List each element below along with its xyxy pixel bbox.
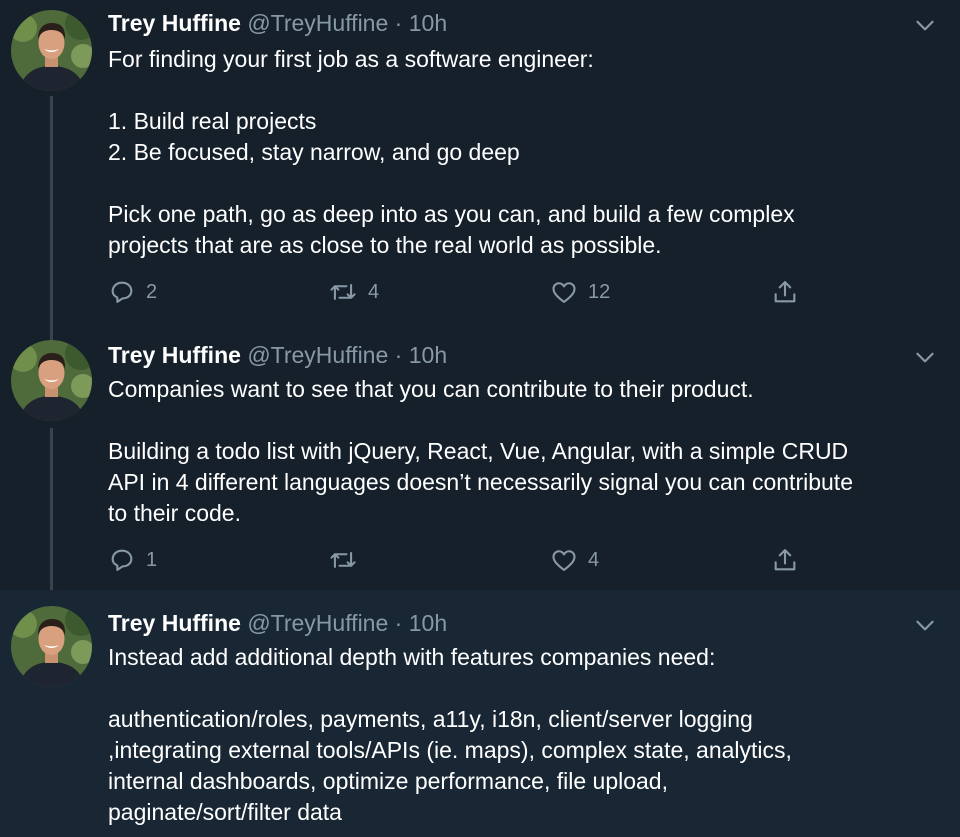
tweet-line: 1. Build real projects [108,108,317,134]
like-count: 4 [588,548,600,571]
author-handle[interactable]: @TreyHuffine [247,342,388,368]
tweet-header: Trey Huffine @TreyHuffine · 10h [108,342,447,368]
heart-icon [552,282,576,303]
tweet-line: internal dashboards, optimize performanc… [108,768,668,794]
tweet[interactable]: Trey Huffine @TreyHuffine · 10h Instead … [0,590,960,837]
retweet-icon [330,552,356,568]
timestamp[interactable]: 10h [409,610,447,636]
thread-line [50,96,53,332]
tweet-line: For finding your first job as a software… [108,46,594,72]
reply-button[interactable]: 1 [108,546,157,574]
retweet-button[interactable] [328,546,358,574]
share-icon [774,281,796,303]
avatar-image [11,606,92,687]
chevron-down-icon[interactable] [912,612,938,638]
tweet-line: ,integrating external tools/APIs (ie. ma… [108,737,792,763]
avatar[interactable] [11,606,92,687]
avatar[interactable] [11,340,92,421]
tweet-line: API in 4 different languages doesn’t nec… [108,469,853,495]
tweet-line: Instead add additional depth with featur… [108,644,716,670]
tweet-line: to their code. [108,500,241,526]
share-icon [774,549,796,571]
tweet-line: paginate/sort/filter data [108,799,342,825]
chevron-down-icon[interactable] [912,12,938,38]
author-handle[interactable]: @TreyHuffine [247,10,388,36]
chevron-down-icon[interactable] [912,344,938,370]
tweet-line: authentication/roles, payments, a11y, i1… [108,706,753,732]
reply-count: 1 [146,548,158,571]
author-name[interactable]: Trey Huffine [108,10,241,36]
tweet-header: Trey Huffine @TreyHuffine · 10h [108,10,447,36]
author-name[interactable]: Trey Huffine [108,342,241,368]
timestamp[interactable]: 10h [409,342,447,368]
like-button[interactable]: 12 [550,278,610,306]
reply-button[interactable]: 2 [108,278,157,306]
share-button[interactable] [771,278,799,306]
tweet-text: For finding your first job as a software… [108,44,948,261]
tweet-line: projects that are as close to the real w… [108,232,662,258]
separator-dot: · [394,10,403,36]
author-name[interactable]: Trey Huffine [108,610,241,636]
avatar-image [11,10,92,91]
reply-icon [111,281,133,303]
retweet-count: 4 [368,280,380,303]
share-button[interactable] [771,546,799,574]
thread-line [50,428,53,590]
separator-dot: · [394,342,403,368]
retweet-button[interactable]: 4 [328,278,379,306]
avatar[interactable] [11,10,92,91]
author-handle[interactable]: @TreyHuffine [247,610,388,636]
separator-dot: · [394,610,403,636]
like-button[interactable]: 4 [550,546,599,574]
tweet[interactable]: Trey Huffine @TreyHuffine · 10h For find… [0,0,960,332]
tweet-line: Building a todo list with jQuery, React,… [108,438,849,464]
thread-line [50,332,53,340]
reply-count: 2 [146,280,158,303]
tweet-line: Pick one path, go as deep into as you ca… [108,201,795,227]
heart-icon [552,550,576,571]
timestamp[interactable]: 10h [409,10,447,36]
avatar-image [11,340,92,421]
retweet-icon [330,284,356,300]
tweet-line: 2. Be focused, stay narrow, and go deep [108,139,520,165]
tweet-text: Companies want to see that you can contr… [108,374,948,529]
tweet-line: Companies want to see that you can contr… [108,376,754,402]
reply-icon [111,549,133,571]
tweet-header: Trey Huffine @TreyHuffine · 10h [108,610,447,636]
like-count: 12 [588,280,611,303]
tweet-text: Instead add additional depth with featur… [108,642,948,828]
tweet[interactable]: Trey Huffine @TreyHuffine · 10h Companie… [0,332,960,590]
